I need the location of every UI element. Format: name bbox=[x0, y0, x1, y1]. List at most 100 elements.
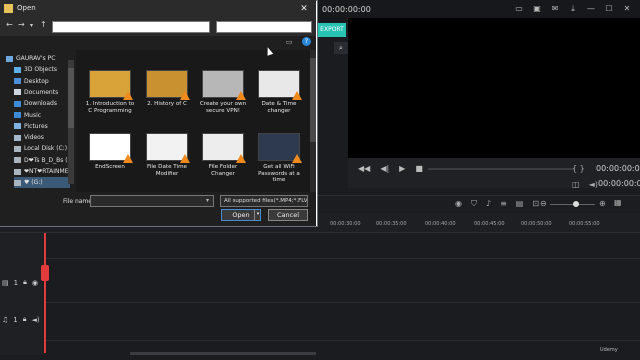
audio-track-header: ♫ 1 🔒︎ ◄) bbox=[2, 315, 40, 324]
drive-icon bbox=[14, 168, 21, 175]
file-tile[interactable]: Get all WiFi Passwords at a time bbox=[253, 133, 305, 184]
file-tile[interactable]: EndScreen bbox=[84, 133, 136, 171]
top-timecode: 00:00:00:00 bbox=[322, 5, 371, 14]
bracket-icons[interactable]: { } bbox=[572, 164, 585, 173]
nav-item[interactable]: Music bbox=[14, 110, 70, 121]
nav-scrollbar-thumb[interactable] bbox=[68, 68, 74, 128]
player-controls: ◀◀ ◀| ▶ ■ bbox=[358, 164, 423, 173]
file-tile[interactable]: File Date Time Modifier bbox=[141, 133, 193, 177]
volume-icon[interactable]: ◄) bbox=[589, 180, 598, 189]
nav-item[interactable]: Videos bbox=[14, 132, 70, 143]
lock-icon[interactable]: 🔒︎ bbox=[23, 278, 27, 287]
mail-icon[interactable]: ✉ bbox=[550, 4, 560, 14]
export-button[interactable]: EXPORT bbox=[318, 23, 346, 37]
file-scrollbar-thumb[interactable] bbox=[310, 58, 316, 142]
preview-progress-track[interactable] bbox=[428, 168, 573, 170]
audio-track-icon: ♫ bbox=[2, 315, 9, 324]
subtitle-icon[interactable]: ▤ bbox=[516, 199, 524, 209]
speaker-icon[interactable]: ◄) bbox=[31, 316, 39, 324]
file-name: Create your own secure VPN! bbox=[199, 101, 247, 114]
nav-item[interactable]: Documents bbox=[14, 87, 70, 98]
playhead[interactable] bbox=[44, 233, 46, 353]
zoom-slider-knob[interactable] bbox=[573, 201, 579, 207]
list-icon[interactable]: ≡ bbox=[500, 199, 507, 209]
file-name: Get all WiFi Passwords at a time bbox=[258, 164, 300, 183]
file-name-input[interactable] bbox=[90, 195, 214, 207]
open-button-label: Open bbox=[232, 211, 250, 219]
file-tile[interactable]: 1. Introduction to C Programming bbox=[84, 70, 136, 114]
crop-icon[interactable]: ⊡ bbox=[532, 199, 539, 209]
save-icon[interactable]: ▣ bbox=[532, 4, 542, 14]
view-options-icon[interactable]: ▭ bbox=[286, 38, 293, 46]
back-icon[interactable]: ← bbox=[6, 20, 13, 29]
stop-icon[interactable]: ■ bbox=[415, 164, 423, 173]
close-icon[interactable]: ✕ bbox=[293, 0, 315, 18]
video-track-index: 1 bbox=[13, 278, 19, 287]
zoom-out-icon[interactable]: ⊖ bbox=[540, 199, 547, 208]
lock-icon[interactable]: 🔒︎ bbox=[23, 315, 27, 324]
file-thumbnail bbox=[202, 133, 246, 163]
mic-icon[interactable]: ♪ bbox=[486, 199, 491, 209]
file-thumbnail bbox=[146, 133, 190, 163]
file-tile[interactable]: File Folder Changer bbox=[197, 133, 249, 177]
zoom-in-icon[interactable]: ⊕ bbox=[599, 199, 606, 208]
ruler-tick: 00:00:55:00 bbox=[569, 221, 600, 227]
file-name: File Date Time Modifier bbox=[147, 164, 187, 177]
minimize-icon[interactable]: — bbox=[586, 4, 596, 14]
eye-icon[interactable]: ◉ bbox=[32, 279, 38, 287]
nav-item[interactable]: Downloads bbox=[14, 98, 70, 109]
nav-item[interactable]: Pictures bbox=[14, 121, 70, 132]
download-icon[interactable]: ⤓ bbox=[568, 4, 578, 14]
forward-icon[interactable]: → bbox=[18, 20, 25, 29]
nav-item[interactable]: GAURAV's PC bbox=[6, 53, 70, 64]
up-icon[interactable]: ↑ bbox=[40, 20, 47, 29]
file-name: Date & Time changer bbox=[261, 101, 297, 114]
nav-item-label: Desktop bbox=[24, 77, 49, 85]
close-icon[interactable]: ✕ bbox=[622, 4, 632, 14]
play-icon[interactable]: ▶ bbox=[399, 164, 405, 173]
nav-item-label: Videos bbox=[24, 134, 44, 142]
file-type-select[interactable]: All supported files(*.MP4;*.FLV; bbox=[220, 195, 308, 207]
file-name: 1. Introduction to C Programming bbox=[85, 101, 135, 114]
rewind-icon[interactable]: ◀◀ bbox=[358, 164, 370, 173]
file-thumbnail bbox=[258, 70, 302, 100]
vlc-cone-icon bbox=[292, 154, 302, 163]
step-back-icon[interactable]: ◀| bbox=[380, 164, 389, 173]
nav-item[interactable]: ❤NT❤RTAINMEN bbox=[14, 166, 70, 177]
open-split-chevron-icon[interactable]: ▾ bbox=[254, 209, 261, 221]
file-thumbnail bbox=[89, 70, 133, 100]
file-tile[interactable]: 2. History of C bbox=[141, 70, 193, 108]
shield-icon[interactable]: ⛉ bbox=[471, 199, 477, 209]
track-divider bbox=[44, 258, 640, 259]
nav-item-label: Music bbox=[24, 111, 42, 119]
address-bar[interactable] bbox=[52, 21, 210, 33]
file-thumbnail bbox=[202, 70, 246, 100]
desktop-icon bbox=[14, 78, 21, 85]
maximize-icon[interactable]: ☐ bbox=[604, 4, 614, 14]
chevron-down-icon[interactable]: ▾ bbox=[206, 197, 209, 204]
search-input[interactable] bbox=[216, 21, 312, 33]
render-icon[interactable]: ◉ bbox=[455, 199, 462, 209]
ruler-tick: 00:00:30:00 bbox=[330, 221, 361, 227]
dialog-title-bar[interactable] bbox=[0, 0, 316, 18]
file-tile[interactable]: Create your own secure VPN! bbox=[197, 70, 249, 114]
drive-icon bbox=[14, 157, 21, 164]
file-tile[interactable]: Date & Time changer bbox=[253, 70, 305, 114]
playhead-handle[interactable] bbox=[41, 265, 49, 281]
nav-item[interactable]: Local Disk (C:) bbox=[14, 143, 70, 154]
nav-item[interactable]: D❤Ts B_D_Bs (E:) bbox=[14, 155, 70, 166]
vlc-cone-icon bbox=[292, 91, 302, 100]
nav-item[interactable]: Desktop bbox=[14, 76, 70, 87]
cancel-button[interactable]: Cancel bbox=[268, 209, 308, 221]
chevron-down-icon[interactable]: ▾ bbox=[30, 22, 33, 29]
grid-icon[interactable]: ▦ bbox=[614, 198, 622, 207]
vlc-cone-icon bbox=[123, 91, 133, 100]
nav-item[interactable]: ♥ (G:) bbox=[14, 177, 70, 189]
timeline-scrollbar[interactable] bbox=[130, 352, 316, 355]
monitor-icon[interactable]: ▭ bbox=[514, 4, 524, 14]
nav-item[interactable]: 3D Objects bbox=[14, 64, 70, 75]
file-thumbnail bbox=[89, 133, 133, 163]
media-search-icon[interactable]: ⌕ bbox=[334, 42, 348, 54]
snapshot-icon[interactable]: ◫ bbox=[572, 180, 580, 189]
help-icon[interactable]: ? bbox=[302, 37, 311, 46]
